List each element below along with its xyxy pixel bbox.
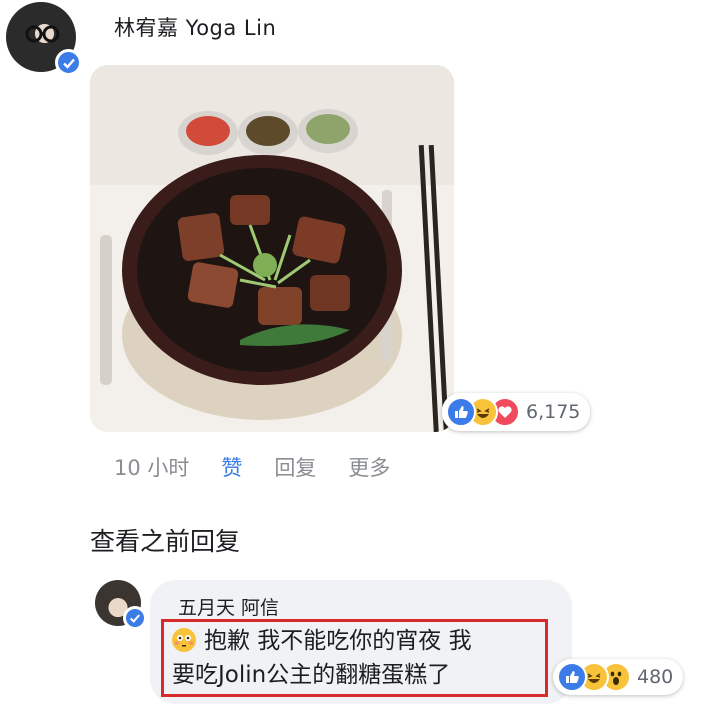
- reply-text: 抱歉 我不能吃你的宵夜 我 要吃Jolin公主的翻糖蛋糕了: [172, 624, 542, 692]
- more-button[interactable]: 更多: [348, 452, 390, 482]
- reply-text-line2: 要吃Jolin公主的翻糖蛋糕了: [172, 662, 451, 688]
- post-reactions[interactable]: 6,175: [442, 393, 591, 431]
- reaction-count: 480: [637, 666, 674, 688]
- post-author-name[interactable]: 林宥嘉 Yoga Lin: [114, 12, 276, 42]
- verified-badge-icon: [123, 606, 147, 630]
- verified-badge-icon: [55, 49, 82, 76]
- post-actions-bar: 10 小时 赞 回复 更多: [114, 452, 422, 482]
- author-avatar[interactable]: [6, 2, 82, 76]
- reply-button[interactable]: 回复: [274, 452, 316, 482]
- flushed-face-icon: [172, 628, 196, 652]
- reply-text-line1: 抱歉 我不能吃你的宵夜 我: [204, 628, 472, 654]
- food-photo-illustration: [90, 65, 454, 432]
- post-timestamp: 10 小时: [114, 456, 190, 480]
- like-icon: [446, 397, 476, 427]
- view-previous-replies-link[interactable]: 查看之前回复: [90, 522, 240, 558]
- reply-author-avatar[interactable]: [95, 580, 147, 630]
- reply-author-name[interactable]: 五月天 阿信: [178, 593, 279, 620]
- reaction-count: 6,175: [526, 401, 581, 423]
- reply-reactions[interactable]: 480: [553, 659, 684, 695]
- like-button[interactable]: 赞: [221, 452, 242, 482]
- like-icon: [557, 662, 587, 692]
- post-photo[interactable]: [90, 65, 454, 432]
